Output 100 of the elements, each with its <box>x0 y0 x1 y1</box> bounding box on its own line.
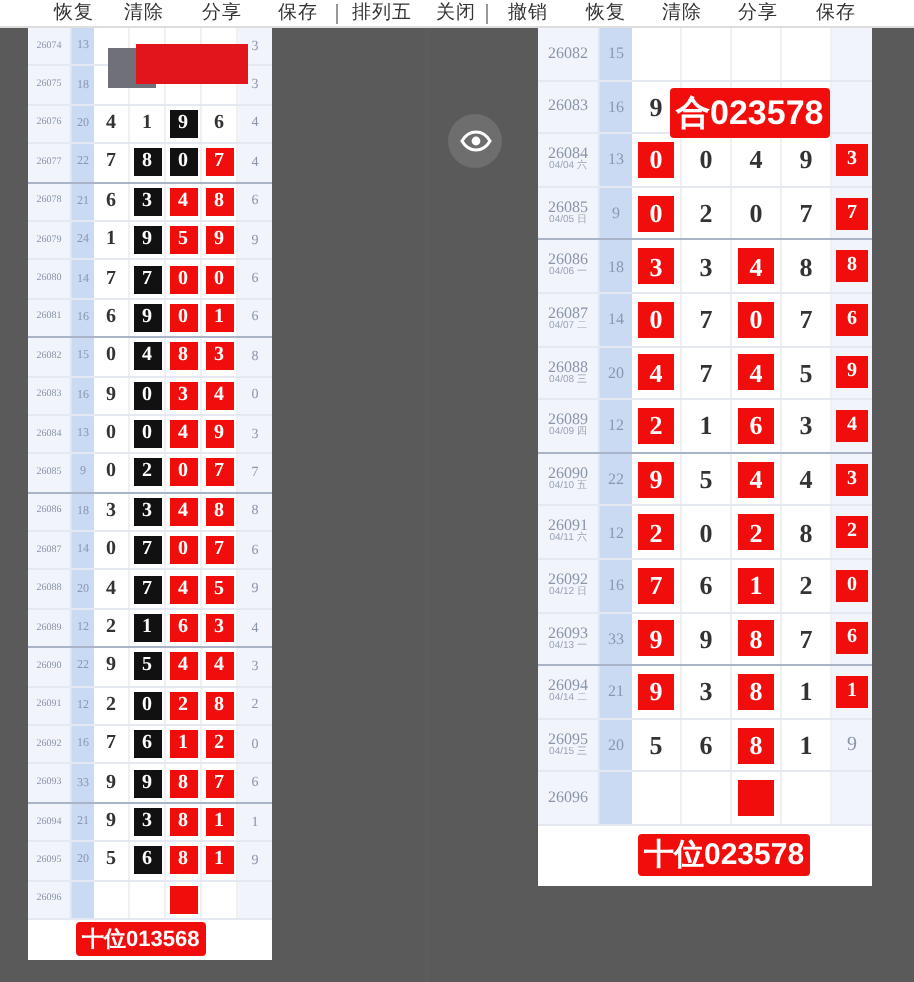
draw-digit: 9 <box>133 303 161 332</box>
issue-number: 26089 <box>548 412 588 429</box>
sum-cell: 20 <box>600 347 632 399</box>
toolbar-button[interactable]: 恢复 <box>568 0 644 26</box>
tail-digit: 9 <box>836 356 868 389</box>
draw-digit: 6 <box>133 730 161 759</box>
draw-digit: 6 <box>697 728 715 764</box>
draw-digit: 8 <box>797 515 815 551</box>
draw-digit: 3 <box>205 342 233 371</box>
draw-digit: 4 <box>104 109 118 138</box>
sum-cell: 21 <box>600 666 632 718</box>
draw-digit: 4 <box>169 575 197 604</box>
draw-digit: 8 <box>797 249 815 285</box>
draw-digit: 1 <box>697 408 715 444</box>
tail-digit: 2 <box>836 516 868 549</box>
draw-digit: 9 <box>104 652 118 681</box>
draw-digit: 7 <box>205 769 233 798</box>
draw-digit: 7 <box>104 730 118 759</box>
issue-number: 26095 <box>548 731 588 748</box>
sum-cell: 12 <box>600 400 632 452</box>
toolbar-button[interactable]: 分享 <box>184 0 260 26</box>
draw-digit: 4 <box>169 497 197 526</box>
toolbar-button[interactable]: 清除 <box>104 0 184 26</box>
draw-digit: 1 <box>205 808 233 836</box>
draw-digit: 0 <box>169 148 197 177</box>
result-label: 十位013568 <box>76 922 206 957</box>
tail-digit: 8 <box>836 250 868 283</box>
draw-digit: 2 <box>738 514 774 551</box>
draw-digit: 3 <box>133 187 161 216</box>
draw-digit: 8 <box>205 497 233 526</box>
draw-digit: 3 <box>104 497 118 526</box>
draw-digit: 9 <box>104 769 118 798</box>
draw-digit: 0 <box>169 458 197 487</box>
issue-number: 26082 <box>548 45 588 62</box>
draw-digit: 9 <box>205 420 233 449</box>
draw-digit: 7 <box>104 148 118 177</box>
toolbar-button[interactable]: 清除 <box>644 0 720 26</box>
toolbar-button[interactable]: 排列五 <box>338 0 426 26</box>
draw-digit: 8 <box>169 808 197 836</box>
draw-digit: 8 <box>738 673 774 710</box>
draw-digit: 8 <box>169 342 197 371</box>
draw-digit: 8 <box>205 691 233 720</box>
sum-cell: 22 <box>600 453 632 505</box>
draw-digit: 5 <box>169 226 197 255</box>
draw-digit: 5 <box>697 462 715 498</box>
tail-cell <box>832 28 872 80</box>
draw-digit: 6 <box>104 187 118 216</box>
draw-digit: 4 <box>205 381 233 410</box>
draw-digit: 0 <box>104 536 118 565</box>
draw-digit: 0 <box>133 691 161 720</box>
draw-digit: 7 <box>104 265 118 294</box>
draw-digit: 3 <box>133 497 161 526</box>
draw-digit: 2 <box>697 196 715 232</box>
draw-digit: 7 <box>697 355 715 391</box>
toolbar-button[interactable]: 分享 <box>720 0 796 26</box>
draw-digit: 9 <box>638 673 674 710</box>
issue-number: 26088 <box>548 359 588 376</box>
draw-digit: 5 <box>104 846 118 875</box>
draw-digit: 3 <box>697 249 715 285</box>
draw-digit: 0 <box>738 301 774 338</box>
draw-digit: 2 <box>797 568 815 604</box>
draw-digit: 6 <box>169 614 197 643</box>
sum-cell: 18 <box>600 240 632 292</box>
toolbar-button[interactable]: 保存 <box>260 0 336 26</box>
toolbar-button[interactable]: 保存 <box>796 0 876 26</box>
issue-number: 26090 <box>548 465 588 482</box>
tail-digit: 6 <box>836 622 868 655</box>
issue-number: 26096 <box>548 790 588 807</box>
draw-digit: 4 <box>738 461 774 498</box>
toolbar-button[interactable]: 撤销 <box>488 0 568 26</box>
draw-digit: 4 <box>169 420 197 449</box>
draw-digit: 8 <box>133 148 161 177</box>
draw-digit: 3 <box>697 674 715 710</box>
draw-digit: 3 <box>205 614 233 643</box>
draw-digit: 2 <box>104 614 118 643</box>
draw-digit: 9 <box>638 461 674 498</box>
draw-digit: 4 <box>133 342 161 371</box>
draw-digit: 1 <box>169 730 197 759</box>
toolbar-button[interactable]: 恢复 <box>44 0 104 26</box>
draw-digit: 9 <box>104 381 118 410</box>
draw-digit: 9 <box>169 109 197 138</box>
issue-number: 26091 <box>548 518 588 535</box>
result-label: 十位023578 <box>638 834 811 877</box>
issue-number: 26086 <box>548 252 588 269</box>
draw-digit: 4 <box>169 652 197 681</box>
draw-digit: 1 <box>205 846 233 875</box>
draw-digit: 7 <box>205 458 233 487</box>
draw-digit: 7 <box>797 302 815 338</box>
draw-digit: 1 <box>140 109 154 138</box>
draw-digit: 4 <box>747 142 765 178</box>
sum-cell: 16 <box>600 559 632 612</box>
draw-digit: 0 <box>169 303 197 332</box>
eye-button[interactable] <box>448 114 502 168</box>
toolbar-button[interactable]: 关闭 <box>426 0 486 26</box>
draw-digit: 0 <box>697 142 715 178</box>
tail-digit: 7 <box>836 197 868 230</box>
draw-digit: 6 <box>104 303 118 332</box>
draw-digit: 3 <box>797 408 815 444</box>
draw-digit: 9 <box>104 808 118 836</box>
issue-number: 26083 <box>548 98 588 115</box>
